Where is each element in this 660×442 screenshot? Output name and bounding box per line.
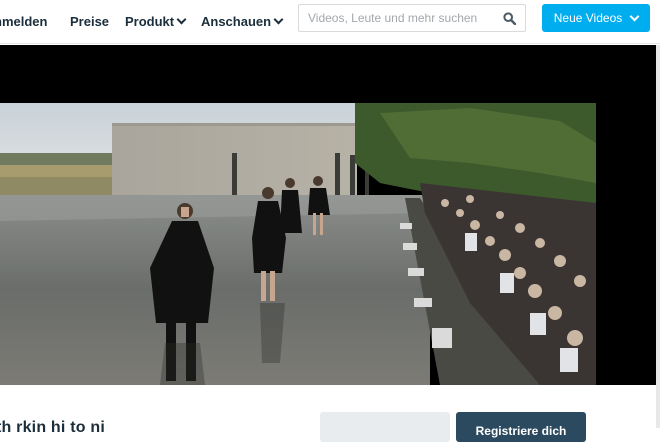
chevron-down-icon [273,14,284,25]
watch-menu[interactable]: Anschauen [201,13,284,29]
chevron-down-icon [176,14,187,25]
search-box [298,4,526,32]
product-menu[interactable]: Produkt [125,13,187,29]
secondary-button[interactable] [320,412,450,442]
prices-link[interactable]: Preise [70,14,109,29]
video-description-text: th rkin hi to ni [0,419,105,436]
site-header: nmelden Preise Produkt Anschauen Neue Vi… [0,0,660,44]
video-player[interactable] [0,45,660,385]
product-menu-label: Produkt [125,13,175,29]
search-icon [502,11,516,25]
search-input[interactable] [299,5,498,31]
register-button[interactable]: Registriere dich [456,412,586,442]
new-videos-label: Neue Videos [553,11,623,25]
chevron-down-icon [629,11,640,21]
login-link[interactable]: nmelden [0,14,47,29]
watch-menu-label: Anschauen [201,13,272,29]
video-frame [0,103,596,385]
search-button[interactable] [493,5,525,31]
register-button-label: Registriere dich [475,424,567,438]
page-scrollbar[interactable] [656,45,660,428]
new-videos-button[interactable]: Neue Videos [542,4,650,32]
